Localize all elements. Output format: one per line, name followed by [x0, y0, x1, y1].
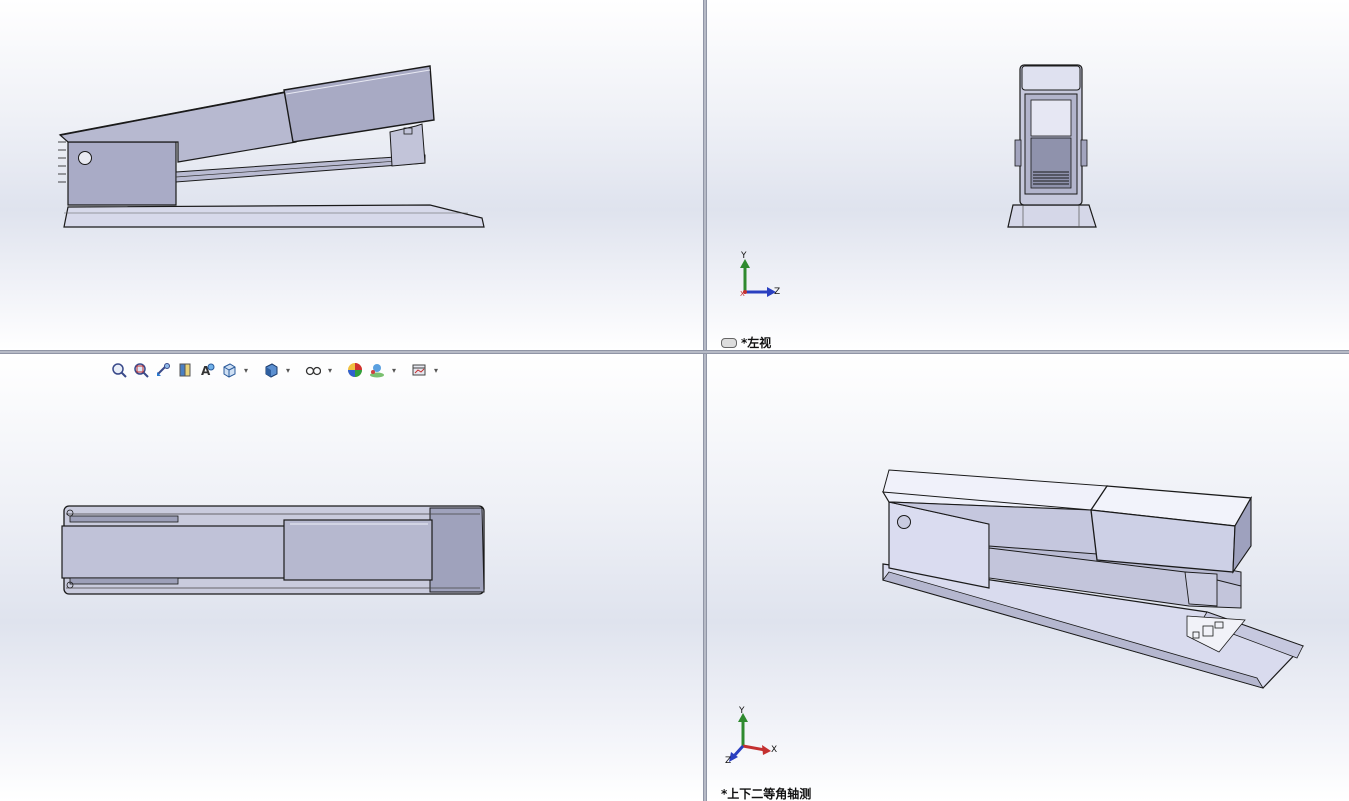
view-orientation-icon[interactable] [220, 361, 238, 379]
view-settings-icon[interactable] [410, 361, 428, 379]
stapler-isometric-view[interactable] [707, 354, 1349, 801]
iso-axis-x-label: X [771, 745, 778, 755]
link-view-icon[interactable] [721, 337, 737, 348]
stapler-top-view[interactable] [0, 354, 703, 801]
viewport-splitter-horizontal[interactable] [0, 350, 1349, 354]
hide-show-dropdown-icon[interactable]: ▾ [326, 361, 334, 379]
stapler-front-view[interactable] [0, 0, 703, 350]
axis-z-label: Z [774, 287, 781, 297]
viewport-splitter-vertical[interactable] [703, 0, 707, 801]
display-style-dropdown-icon[interactable]: ▾ [284, 361, 292, 379]
iso-axis-y-label: Y [739, 706, 745, 716]
section-view-icon[interactable] [176, 361, 194, 379]
view-orientation-dropdown-icon[interactable]: ▾ [242, 361, 250, 379]
view-name-iso-text: *上下二等角轴测 [721, 787, 812, 801]
axis-triad-left [740, 259, 776, 297]
viewport-top[interactable]: A ▾ ▾ ▾ ▾ ▾ [0, 354, 703, 801]
zoom-to-area-icon[interactable] [132, 361, 150, 379]
iso-axis-z-label: Z [725, 756, 732, 766]
view-settings-dropdown-icon[interactable]: ▾ [432, 361, 440, 379]
graphics-area[interactable]: Y Z X *左视 A ▾ ▾ ▾ ▾ ▾ Y X Z *上下二等角轴测 [0, 0, 1349, 801]
edit-appearance-icon[interactable] [346, 361, 364, 379]
hide-show-items-icon[interactable] [304, 361, 322, 379]
viewport-front[interactable] [0, 0, 703, 350]
view-name-left-text: *左视 [741, 336, 772, 350]
display-style-icon[interactable] [262, 361, 280, 379]
view-name-left: *左视 [721, 334, 771, 350]
axis-triad-iso [729, 713, 771, 762]
apply-scene-dropdown-icon[interactable]: ▾ [390, 361, 398, 379]
stapler-left-view[interactable] [707, 0, 1349, 350]
view-name-iso: *上下二等角轴测 [721, 785, 811, 801]
previous-view-icon[interactable] [154, 361, 172, 379]
viewport-isometric[interactable]: Y X Z *上下二等角轴测 [707, 354, 1349, 801]
heads-up-view-toolbar: A ▾ ▾ ▾ ▾ ▾ [110, 360, 440, 380]
axis-x-label: X [740, 290, 745, 298]
axis-y-label: Y [741, 251, 747, 261]
apply-scene-icon[interactable] [368, 361, 386, 379]
zoom-to-fit-icon[interactable] [110, 361, 128, 379]
dynamic-annotation-icon[interactable]: A [198, 361, 216, 379]
viewport-left[interactable]: Y Z X *左视 [707, 0, 1349, 350]
